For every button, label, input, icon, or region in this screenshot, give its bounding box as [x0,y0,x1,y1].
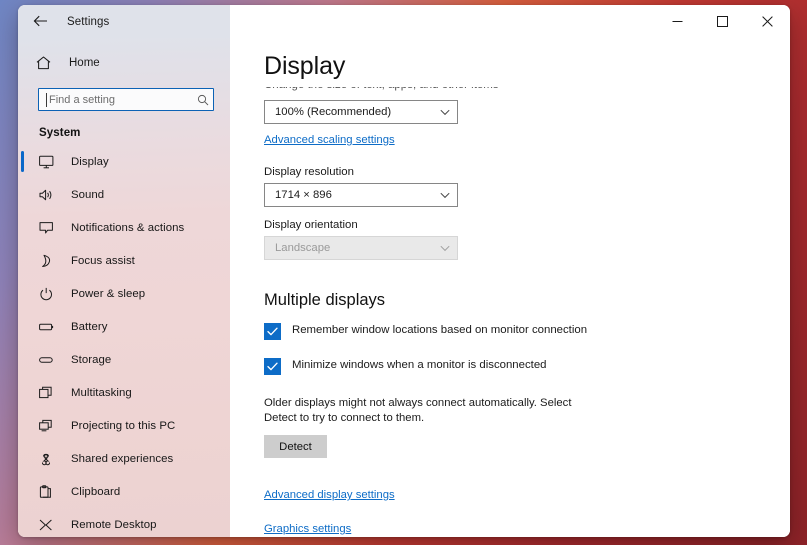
scale-label-text: Change the size of text, apps, and other… [264,87,499,91]
content-inner: Display Change the size of text, apps, a… [230,38,790,537]
monitor-icon [39,155,58,169]
content-pane: Display Change the size of text, apps, a… [230,38,790,537]
back-arrow-icon [33,15,48,28]
notification-icon [39,221,58,235]
resolution-dropdown-value: 1714 × 896 [275,189,332,201]
minimize-windows-checkbox[interactable] [264,358,281,375]
sidebar-item-shared-experiences[interactable]: Shared experiences [18,442,230,475]
detect-button[interactable]: Detect [264,435,327,458]
title-bar-left: Settings [18,5,230,38]
window-body: Home Find a setting System Display Sound… [18,38,790,537]
search-placeholder: Find a setting [49,93,116,106]
multiple-displays-heading: Multiple displays [264,291,386,309]
minimize-button[interactable] [655,5,700,37]
detect-description: Older displays might not always connect … [264,397,572,424]
sidebar-item-label: Power & sleep [71,287,146,300]
sidebar-item-home[interactable]: Home [18,47,230,79]
advanced-scaling-settings-link[interactable]: Advanced scaling settings [264,134,395,146]
storage-icon [39,353,58,367]
scale-dropdown-value: 100% (Recommended) [275,106,392,118]
graphics-settings-block: Graphics settings [264,519,762,537]
advanced-display-settings-link[interactable]: Advanced display settings [264,489,395,501]
sidebar-item-label: Remote Desktop [71,518,157,531]
sidebar-item-label: Storage [71,353,112,366]
sidebar-item-multitasking[interactable]: Multitasking [18,376,230,409]
settings-window: Settings Home Find a setting System Disp… [18,5,790,537]
search-icon [196,94,209,106]
text-caret [46,93,47,107]
sidebar-item-display[interactable]: Display [18,145,230,178]
sidebar-item-label: Focus assist [71,254,135,267]
sidebar-item-remote-desktop[interactable]: Remote Desktop [18,508,230,537]
search-wrapper: Find a setting [38,88,214,111]
sidebar-item-label: Shared experiences [71,452,174,465]
sidebar-item-label: Multitasking [71,386,132,399]
remember-window-locations-label: Remember window locations based on monit… [292,324,588,336]
chevron-down-icon [440,245,450,252]
orientation-dropdown[interactable]: Landscape [264,236,458,260]
chevron-down-icon [440,192,450,199]
resolution-label: Display resolution [264,166,354,178]
sidebar-item-notifications[interactable]: Notifications & actions [18,211,230,244]
maximize-button[interactable] [700,5,745,37]
sidebar-item-label: Clipboard [71,485,121,498]
sidebar-item-storage[interactable]: Storage [18,343,230,376]
minimize-windows-row[interactable]: Minimize windows when a monitor is disco… [264,357,762,375]
minimize-icon [672,16,683,27]
maximize-icon [717,15,728,27]
sidebar-item-label: Notifications & actions [71,221,185,234]
app-title: Settings [67,15,110,28]
sidebar-item-power-sleep[interactable]: Power & sleep [18,277,230,310]
sidebar-item-battery[interactable]: Battery [18,310,230,343]
sidebar-group-title: System [39,127,81,139]
page-title: Display [264,52,346,80]
shared-icon [39,452,58,466]
sidebar-item-clipboard[interactable]: Clipboard [18,475,230,508]
title-bar: Settings [18,5,790,38]
remote-desktop-icon [39,518,58,532]
scale-dropdown[interactable]: 100% (Recommended) [264,100,458,124]
sidebar-item-sound[interactable]: Sound [18,178,230,211]
speaker-icon [39,188,58,202]
search-input[interactable]: Find a setting [38,88,214,111]
chevron-down-icon [440,109,450,116]
sidebar-item-label: Battery [71,320,108,333]
advanced-display-settings-block: Advanced display settings [264,485,762,503]
orientation-dropdown-value: Landscape [275,242,331,254]
scale-label-clipped: Change the size of text, apps, and other… [264,87,762,99]
graphics-settings-link[interactable]: Graphics settings [264,523,351,535]
clipboard-icon [39,484,58,499]
sidebar-item-label: Sound [71,188,105,201]
minimize-windows-label: Minimize windows when a monitor is disco… [292,359,547,371]
back-button[interactable] [24,6,56,38]
sidebar-nav-list: Display Sound Notifications & actions Fo… [18,145,230,537]
sidebar-item-label: Projecting to this PC [71,419,176,432]
windows-stack-icon [39,386,58,400]
project-screen-icon [39,419,58,433]
home-icon [36,56,58,70]
battery-icon [39,320,58,334]
resolution-dropdown[interactable]: 1714 × 896 [264,183,458,207]
orientation-label: Display orientation [264,219,358,231]
sidebar-item-label: Display [71,155,109,168]
power-icon [39,287,58,301]
close-button[interactable] [745,5,790,37]
sidebar: Home Find a setting System Display Sound… [18,38,230,537]
close-icon [762,15,773,27]
remember-window-locations-row[interactable]: Remember window locations based on monit… [264,322,762,340]
remember-window-locations-checkbox[interactable] [264,323,281,340]
moon-icon [39,254,58,268]
sidebar-item-focus-assist[interactable]: Focus assist [18,244,230,277]
sidebar-item-projecting[interactable]: Projecting to this PC [18,409,230,442]
window-controls [230,5,790,38]
sidebar-home-label: Home [69,57,100,69]
